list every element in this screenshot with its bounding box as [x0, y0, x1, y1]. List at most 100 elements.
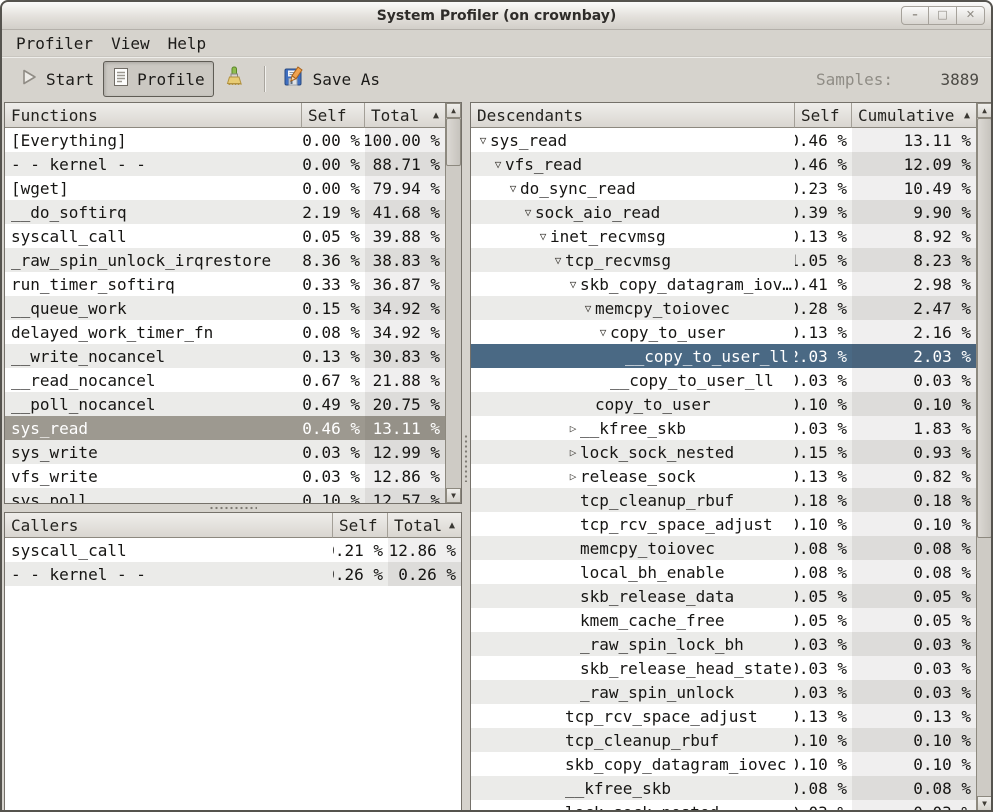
- table-row[interactable]: copy_to_user0.10 %0.10 %: [471, 392, 976, 416]
- column-header-label: Descendants: [477, 106, 583, 125]
- save-as-button[interactable]: Save As: [275, 60, 389, 98]
- table-row[interactable]: syscall_call0.21 %12.86 %: [5, 538, 461, 562]
- callers-header: Callers Self Total▲: [5, 513, 461, 538]
- cell-total-percent: 30.83 %: [365, 344, 445, 368]
- titlebar[interactable]: System Profiler (on crownbay) – □ ✕: [2, 2, 991, 30]
- vertical-splitter[interactable]: [462, 102, 470, 812]
- expanded-expander-icon[interactable]: ▽: [536, 230, 550, 243]
- table-row[interactable]: local_bh_enable0.08 %0.08 %: [471, 560, 976, 584]
- profile-button[interactable]: Profile: [103, 61, 213, 97]
- cell-self-percent: 0.08 %: [795, 776, 852, 800]
- table-row[interactable]: __queue_work0.15 %34.92 %: [5, 296, 445, 320]
- column-header-total[interactable]: Total▲: [388, 513, 461, 538]
- column-header-self[interactable]: Self: [302, 103, 365, 128]
- column-header-callers[interactable]: Callers: [5, 513, 333, 538]
- column-header-descendants[interactable]: Descendants: [471, 103, 795, 128]
- table-row[interactable]: __write_nocancel0.13 %30.83 %: [5, 344, 445, 368]
- table-row[interactable]: __copy_to_user_ll2.03 %2.03 %: [471, 344, 976, 368]
- table-row[interactable]: tcp_cleanup_rbuf0.10 %0.10 %: [471, 728, 976, 752]
- column-header-total[interactable]: Total▲: [365, 103, 445, 128]
- scroll-down-icon[interactable]: ▼: [446, 488, 461, 503]
- table-row[interactable]: - - kernel - -0.26 %0.26 %: [5, 562, 461, 586]
- table-row[interactable]: _raw_spin_lock_bh0.03 %0.03 %: [471, 632, 976, 656]
- table-row[interactable]: __read_nocancel0.67 %21.88 %: [5, 368, 445, 392]
- table-row[interactable]: ▷__kfree_skb0.03 %1.83 %: [471, 416, 976, 440]
- table-row[interactable]: syscall_call0.05 %39.88 %: [5, 224, 445, 248]
- table-row[interactable]: sys_poll0.10 %12.57 %: [5, 488, 445, 503]
- table-row[interactable]: [wget]0.00 %79.94 %: [5, 176, 445, 200]
- table-row[interactable]: __kfree_skb0.08 %0.08 %: [471, 776, 976, 800]
- table-row[interactable]: [Everything]0.00 %100.00 %: [5, 128, 445, 152]
- scroll-up-icon[interactable]: ▲: [977, 103, 992, 118]
- table-row[interactable]: memcpy_toiovec0.08 %0.08 %: [471, 536, 976, 560]
- expanded-expander-icon[interactable]: ▽: [551, 254, 565, 267]
- column-header-functions[interactable]: Functions: [5, 103, 302, 128]
- table-row[interactable]: _raw_spin_unlock0.03 %0.03 %: [471, 680, 976, 704]
- table-row[interactable]: run_timer_softirq0.33 %36.87 %: [5, 272, 445, 296]
- cell-cumulative-percent: 0.05 %: [852, 584, 976, 608]
- expanded-expander-icon[interactable]: ▽: [596, 326, 610, 339]
- save-floppy-icon: [284, 66, 306, 92]
- table-row[interactable]: tcp_rcv_space_adjust0.13 %0.13 %: [471, 704, 976, 728]
- menu-view[interactable]: View: [102, 32, 159, 55]
- table-row[interactable]: ▽inet_recvmsg0.13 %8.92 %: [471, 224, 976, 248]
- table-row[interactable]: ▽skb_copy_datagram_iov…0.41 %2.98 %: [471, 272, 976, 296]
- close-button[interactable]: ✕: [957, 6, 985, 25]
- table-row[interactable]: __poll_nocancel0.49 %20.75 %: [5, 392, 445, 416]
- scroll-down-icon[interactable]: ▼: [977, 796, 992, 811]
- maximize-button[interactable]: □: [929, 6, 957, 25]
- table-row[interactable]: ▽do_sync_read0.23 %10.49 %: [471, 176, 976, 200]
- expanded-expander-icon[interactable]: ▽: [491, 158, 505, 171]
- table-row[interactable]: sys_read0.46 %13.11 %: [5, 416, 445, 440]
- table-row[interactable]: ▷release_sock0.13 %0.82 %: [471, 464, 976, 488]
- menu-profiler[interactable]: Profiler: [7, 32, 102, 55]
- descendants-scrollbar[interactable]: ▲ ▼: [976, 103, 992, 811]
- app-window: System Profiler (on crownbay) – □ ✕ Prof…: [0, 0, 993, 812]
- table-row[interactable]: ▽sock_aio_read0.39 %9.90 %: [471, 200, 976, 224]
- table-row[interactable]: skb_release_head_state0.03 %0.03 %: [471, 656, 976, 680]
- reset-button[interactable]: [214, 60, 254, 98]
- table-row[interactable]: __do_softirq2.19 %41.68 %: [5, 200, 445, 224]
- expanded-expander-icon[interactable]: ▽: [521, 206, 535, 219]
- functions-scrollbar[interactable]: ▲ ▼: [445, 103, 461, 503]
- scrollbar-thumb[interactable]: [446, 118, 461, 166]
- table-row[interactable]: kmem_cache_free0.05 %0.05 %: [471, 608, 976, 632]
- table-row[interactable]: ▽copy_to_user0.13 %2.16 %: [471, 320, 976, 344]
- column-header-self[interactable]: Self: [795, 103, 852, 128]
- table-row[interactable]: skb_copy_datagram_iovec0.10 %0.10 %: [471, 752, 976, 776]
- minimize-button[interactable]: –: [901, 6, 929, 25]
- collapsed-expander-icon[interactable]: ▷: [566, 446, 580, 459]
- table-row[interactable]: ▽sys_read0.46 %13.11 %: [471, 128, 976, 152]
- table-row[interactable]: skb_release_data0.05 %0.05 %: [471, 584, 976, 608]
- cell-self-percent: 0.46 %: [795, 152, 852, 176]
- cell-cumulative-percent: 0.03 %: [852, 680, 976, 704]
- cell-self-percent: 0.03 %: [302, 440, 365, 464]
- table-row[interactable]: delayed_work_timer_fn0.08 %34.92 %: [5, 320, 445, 344]
- scrollbar-thumb[interactable]: [977, 118, 992, 538]
- table-row[interactable]: tcp_cleanup_rbuf0.18 %0.18 %: [471, 488, 976, 512]
- menu-help[interactable]: Help: [159, 32, 216, 55]
- table-row[interactable]: tcp_rcv_space_adjust0.10 %0.10 %: [471, 512, 976, 536]
- table-row[interactable]: sys_write0.03 %12.99 %: [5, 440, 445, 464]
- expanded-expander-icon[interactable]: ▽: [476, 134, 490, 147]
- start-button[interactable]: Start: [10, 61, 103, 97]
- table-row[interactable]: __copy_to_user_ll0.03 %0.03 %: [471, 368, 976, 392]
- expanded-expander-icon[interactable]: ▽: [506, 182, 520, 195]
- table-row[interactable]: ▽vfs_read0.46 %12.09 %: [471, 152, 976, 176]
- horizontal-splitter[interactable]: [4, 504, 462, 512]
- table-row[interactable]: - - kernel - -0.00 %88.71 %: [5, 152, 445, 176]
- collapsed-expander-icon[interactable]: ▷: [566, 470, 580, 483]
- table-row[interactable]: ▷lock_sock_nested0.15 %0.93 %: [471, 440, 976, 464]
- expanded-expander-icon[interactable]: ▽: [581, 302, 595, 315]
- table-row[interactable]: ▽tcp_recvmsg1.05 %8.23 %: [471, 248, 976, 272]
- table-row[interactable]: ▽memcpy_toiovec0.28 %2.47 %: [471, 296, 976, 320]
- table-row[interactable]: vfs_write0.03 %12.86 %: [5, 464, 445, 488]
- column-header-self[interactable]: Self: [333, 513, 388, 538]
- cell-cumulative-percent: 0.10 %: [852, 512, 976, 536]
- scroll-up-icon[interactable]: ▲: [446, 103, 461, 118]
- table-row[interactable]: _raw_spin_unlock_irqrestore38.36 %38.83 …: [5, 248, 445, 272]
- collapsed-expander-icon[interactable]: ▷: [566, 422, 580, 435]
- column-header-cumulative[interactable]: Cumulative▲: [852, 103, 976, 128]
- expanded-expander-icon[interactable]: ▽: [566, 278, 580, 291]
- table-row[interactable]: lock_sock_nested0.03 %0.03 %: [471, 800, 976, 811]
